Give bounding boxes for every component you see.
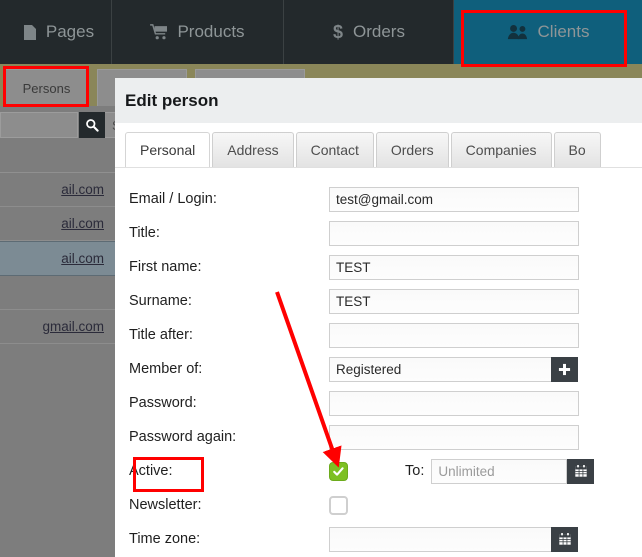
background-toolbar-button[interactable]	[0, 112, 78, 138]
dialog-body: Email / Login: test@gmail.com Title: Fir…	[115, 167, 642, 557]
users-icon	[507, 24, 529, 40]
nav-item-products-label: Products	[177, 22, 245, 41]
label-first-name: First name:	[129, 259, 202, 275]
form-row-active: Active: To: Unlimited	[115, 454, 642, 488]
label-email: Email / Login:	[129, 191, 217, 207]
active-to-field[interactable]: Unlimited	[431, 458, 568, 484]
nav-item-clients[interactable]: Clients	[454, 0, 642, 64]
table-cell-email[interactable]: gmail.com	[0, 319, 108, 334]
title-field[interactable]	[329, 220, 579, 246]
label-title: Title:	[129, 225, 160, 241]
label-password: Password:	[129, 395, 197, 411]
svg-text:$: $	[333, 22, 343, 42]
form-row-password: Password:	[115, 386, 642, 420]
label-active: Active:	[129, 463, 173, 479]
form-row-title: Title:	[115, 216, 642, 250]
tab-contact[interactable]: Contact	[295, 132, 374, 167]
top-navigation-bar: Pages Products $ Orders Clients	[0, 0, 642, 64]
dialog-tab-strip: Personal Address Contact Orders Companie…	[115, 123, 642, 167]
nav-item-orders-label: Orders	[353, 22, 405, 41]
table-cell-email[interactable]: ail.com	[0, 251, 108, 266]
form-row-surname: Surname: TEST	[115, 284, 642, 318]
tab-address-label: Address	[227, 142, 279, 158]
plus-icon[interactable]	[551, 356, 578, 382]
background-tab-persons-label: Persons	[22, 81, 71, 96]
form-row-member-of: Member of: Registered	[115, 352, 642, 386]
dialog-header: Edit person	[115, 78, 642, 123]
title-after-field[interactable]	[329, 322, 579, 348]
label-member-of: Member of:	[129, 361, 203, 377]
form-row-password-again: Password again:	[115, 420, 642, 454]
document-icon	[23, 24, 37, 41]
dollar-icon: $	[332, 22, 344, 42]
label-title-after: Title after:	[129, 327, 193, 343]
form-row-time-zone: Time zone:	[115, 522, 642, 556]
form-row-title-after: Title after:	[115, 318, 642, 352]
nav-item-orders[interactable]: $ Orders	[284, 0, 454, 64]
edit-person-dialog: Edit person Personal Address Contact Ord…	[115, 78, 642, 557]
label-newsletter: Newsletter:	[129, 497, 202, 513]
surname-field[interactable]: TEST	[329, 288, 579, 314]
password-field[interactable]	[329, 390, 579, 416]
label-time-zone: Time zone:	[129, 531, 201, 547]
tab-personal-label: Personal	[140, 142, 196, 158]
tab-companies[interactable]: Companies	[450, 132, 552, 167]
label-password-again: Password again:	[129, 429, 237, 445]
dialog-title: Edit person	[125, 90, 219, 110]
cart-icon	[150, 24, 168, 40]
nav-item-pages-label: Pages	[45, 22, 95, 41]
email-field[interactable]: test@gmail.com	[329, 186, 579, 212]
active-checkbox[interactable]	[329, 461, 348, 481]
tab-orders[interactable]: Orders	[375, 132, 449, 167]
member-of-field[interactable]: Registered	[329, 356, 551, 382]
label-active-to: To:	[405, 463, 425, 479]
table-cell-email[interactable]: ail.com	[0, 182, 108, 197]
tab-bo-label: Bo	[568, 142, 586, 158]
first-name-field[interactable]: TEST	[329, 254, 579, 280]
tab-address[interactable]: Address	[212, 132, 294, 167]
label-surname: Surname:	[129, 293, 192, 309]
table-cell-email[interactable]: ail.com	[0, 216, 108, 231]
calendar-icon[interactable]	[551, 526, 578, 552]
tab-personal[interactable]: Personal	[125, 132, 211, 167]
calendar-icon[interactable]	[567, 458, 595, 484]
nav-item-products[interactable]: Products	[112, 0, 284, 64]
form-row-first-name: First name: TEST	[115, 250, 642, 284]
nav-item-pages[interactable]: Pages	[0, 0, 112, 64]
nav-item-clients-label: Clients	[537, 22, 590, 41]
background-tab-persons[interactable]: Persons	[4, 69, 89, 107]
time-zone-field[interactable]	[329, 526, 551, 552]
tab-bo[interactable]: Bo	[553, 132, 601, 167]
newsletter-checkbox[interactable]	[329, 495, 348, 515]
password-again-field[interactable]	[329, 424, 579, 450]
search-icon[interactable]	[79, 112, 105, 138]
form-row-newsletter: Newsletter:	[115, 488, 642, 522]
tab-contact-label: Contact	[310, 142, 359, 158]
tab-orders-label: Orders	[390, 142, 434, 158]
tab-companies-label: Companies	[465, 142, 537, 158]
form-row-email: Email / Login: test@gmail.com	[115, 182, 642, 216]
